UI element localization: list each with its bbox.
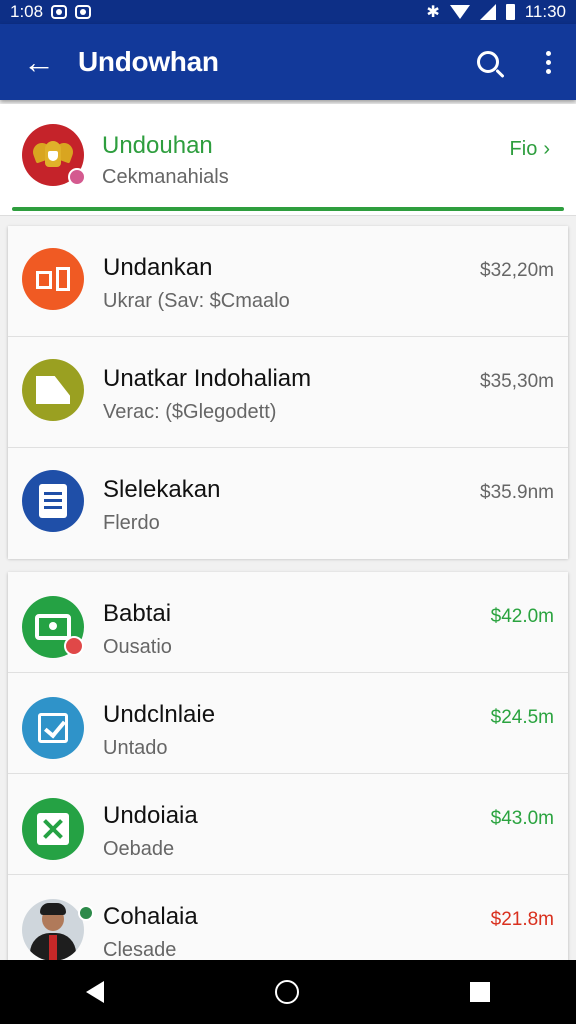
system-nav-bar — [0, 960, 576, 1024]
back-button[interactable]: ← — [0, 24, 78, 100]
avatar-photo — [22, 899, 94, 961]
item-amount: $35,30m — [480, 371, 554, 392]
status-bar: 1:08 ✱ 11:30 — [0, 0, 576, 24]
app-bar: ← Undowhan — [0, 24, 576, 100]
more-vert-icon-dot — [545, 59, 551, 65]
list-item[interactable]: Undoiaia Oebade $43.0m — [8, 774, 568, 875]
overflow-menu-button[interactable] — [520, 24, 576, 100]
search-button[interactable] — [456, 24, 520, 100]
item-title: Undclnlaie — [103, 701, 216, 728]
list-item[interactable]: Unatkar Indohaliam Verac: ($Glegodett) $… — [8, 337, 568, 448]
list-item[interactable]: Undclnlaie Untado $24.5m — [8, 673, 568, 774]
item-amount: $32,20m — [480, 260, 554, 281]
notification-icon — [75, 5, 92, 19]
header-link[interactable]: Fio › — [510, 138, 550, 161]
item-title: Undankan — [103, 254, 213, 281]
signal-icon — [479, 4, 496, 20]
header-link-label: Fio — [509, 138, 538, 160]
list-item[interactable]: Babtai Ousatio $42.0m — [8, 572, 568, 673]
more-vert-icon — [545, 50, 551, 56]
badge-icon — [64, 636, 84, 656]
item-subtitle: Flerdo — [103, 512, 160, 534]
item-subtitle: Clesade — [103, 939, 177, 961]
item-subtitle: Ousatio — [103, 636, 172, 658]
check-square-icon — [22, 798, 84, 860]
page-title: Undowhan — [78, 46, 219, 77]
item-amount: $43.0m — [490, 808, 554, 829]
item-amount: $24.5m — [490, 707, 554, 728]
item-subtitle: Oebade — [103, 838, 175, 860]
checkbox-icon — [22, 697, 84, 759]
bluetooth-icon: ✱ — [426, 4, 440, 21]
item-title: Cohalaia — [103, 903, 198, 930]
wifi-icon — [449, 5, 470, 19]
badge-icon — [68, 168, 86, 186]
status-time-left: 1:08 — [10, 2, 44, 21]
chevron-right-icon: › — [543, 138, 550, 160]
nav-home-icon[interactable] — [274, 980, 299, 1004]
header-subtitle: Cekmanahials — [102, 166, 229, 188]
list-item[interactable]: Slelekakan Flerdo $35.9nm — [8, 448, 568, 559]
item-subtitle: Verac: ($Glegodett) — [103, 401, 277, 423]
list-item[interactable]: Undankan Ukrar (Sav: $Cmaalo $32,20m — [8, 226, 568, 337]
item-subtitle: Ukrar (Sav: $Cmaalo — [103, 290, 290, 312]
badge-icon — [78, 905, 94, 921]
arrow-left-icon: ← — [23, 43, 55, 80]
nav-back-icon[interactable] — [85, 981, 104, 1003]
item-amount: $35.9nm — [480, 482, 554, 503]
header-card[interactable]: Undouhan Cekmanahials Fio › — [0, 104, 576, 216]
item-subtitle: Untado — [103, 737, 168, 759]
folder-icon — [22, 359, 84, 421]
list-card: Babtai Ousatio $42.0m Undclnlaie Untado … — [8, 572, 568, 976]
item-title: Unatkar Indohaliam — [103, 365, 312, 392]
item-amount: $42.0m — [490, 606, 554, 627]
status-time-right: 11:30 — [524, 2, 566, 21]
more-vert-icon-dot — [545, 68, 551, 74]
search-icon — [477, 51, 499, 73]
document-icon — [22, 470, 84, 532]
item-title: Undoiaia — [103, 802, 198, 829]
money-icon — [22, 596, 84, 658]
item-amount: $21.8m — [490, 909, 554, 930]
tab-indicator — [12, 207, 564, 211]
header-title: Undouhan — [102, 132, 213, 159]
store-icon — [22, 248, 84, 310]
list-card: Undankan Ukrar (Sav: $Cmaalo $32,20m Una… — [8, 226, 568, 559]
nav-recents-icon[interactable] — [470, 982, 491, 1002]
item-title: Babtai — [103, 600, 172, 627]
garuda-emblem-icon — [22, 124, 86, 186]
battery-icon — [505, 4, 515, 20]
item-title: Slelekakan — [103, 476, 221, 503]
notification-icon — [51, 5, 68, 19]
